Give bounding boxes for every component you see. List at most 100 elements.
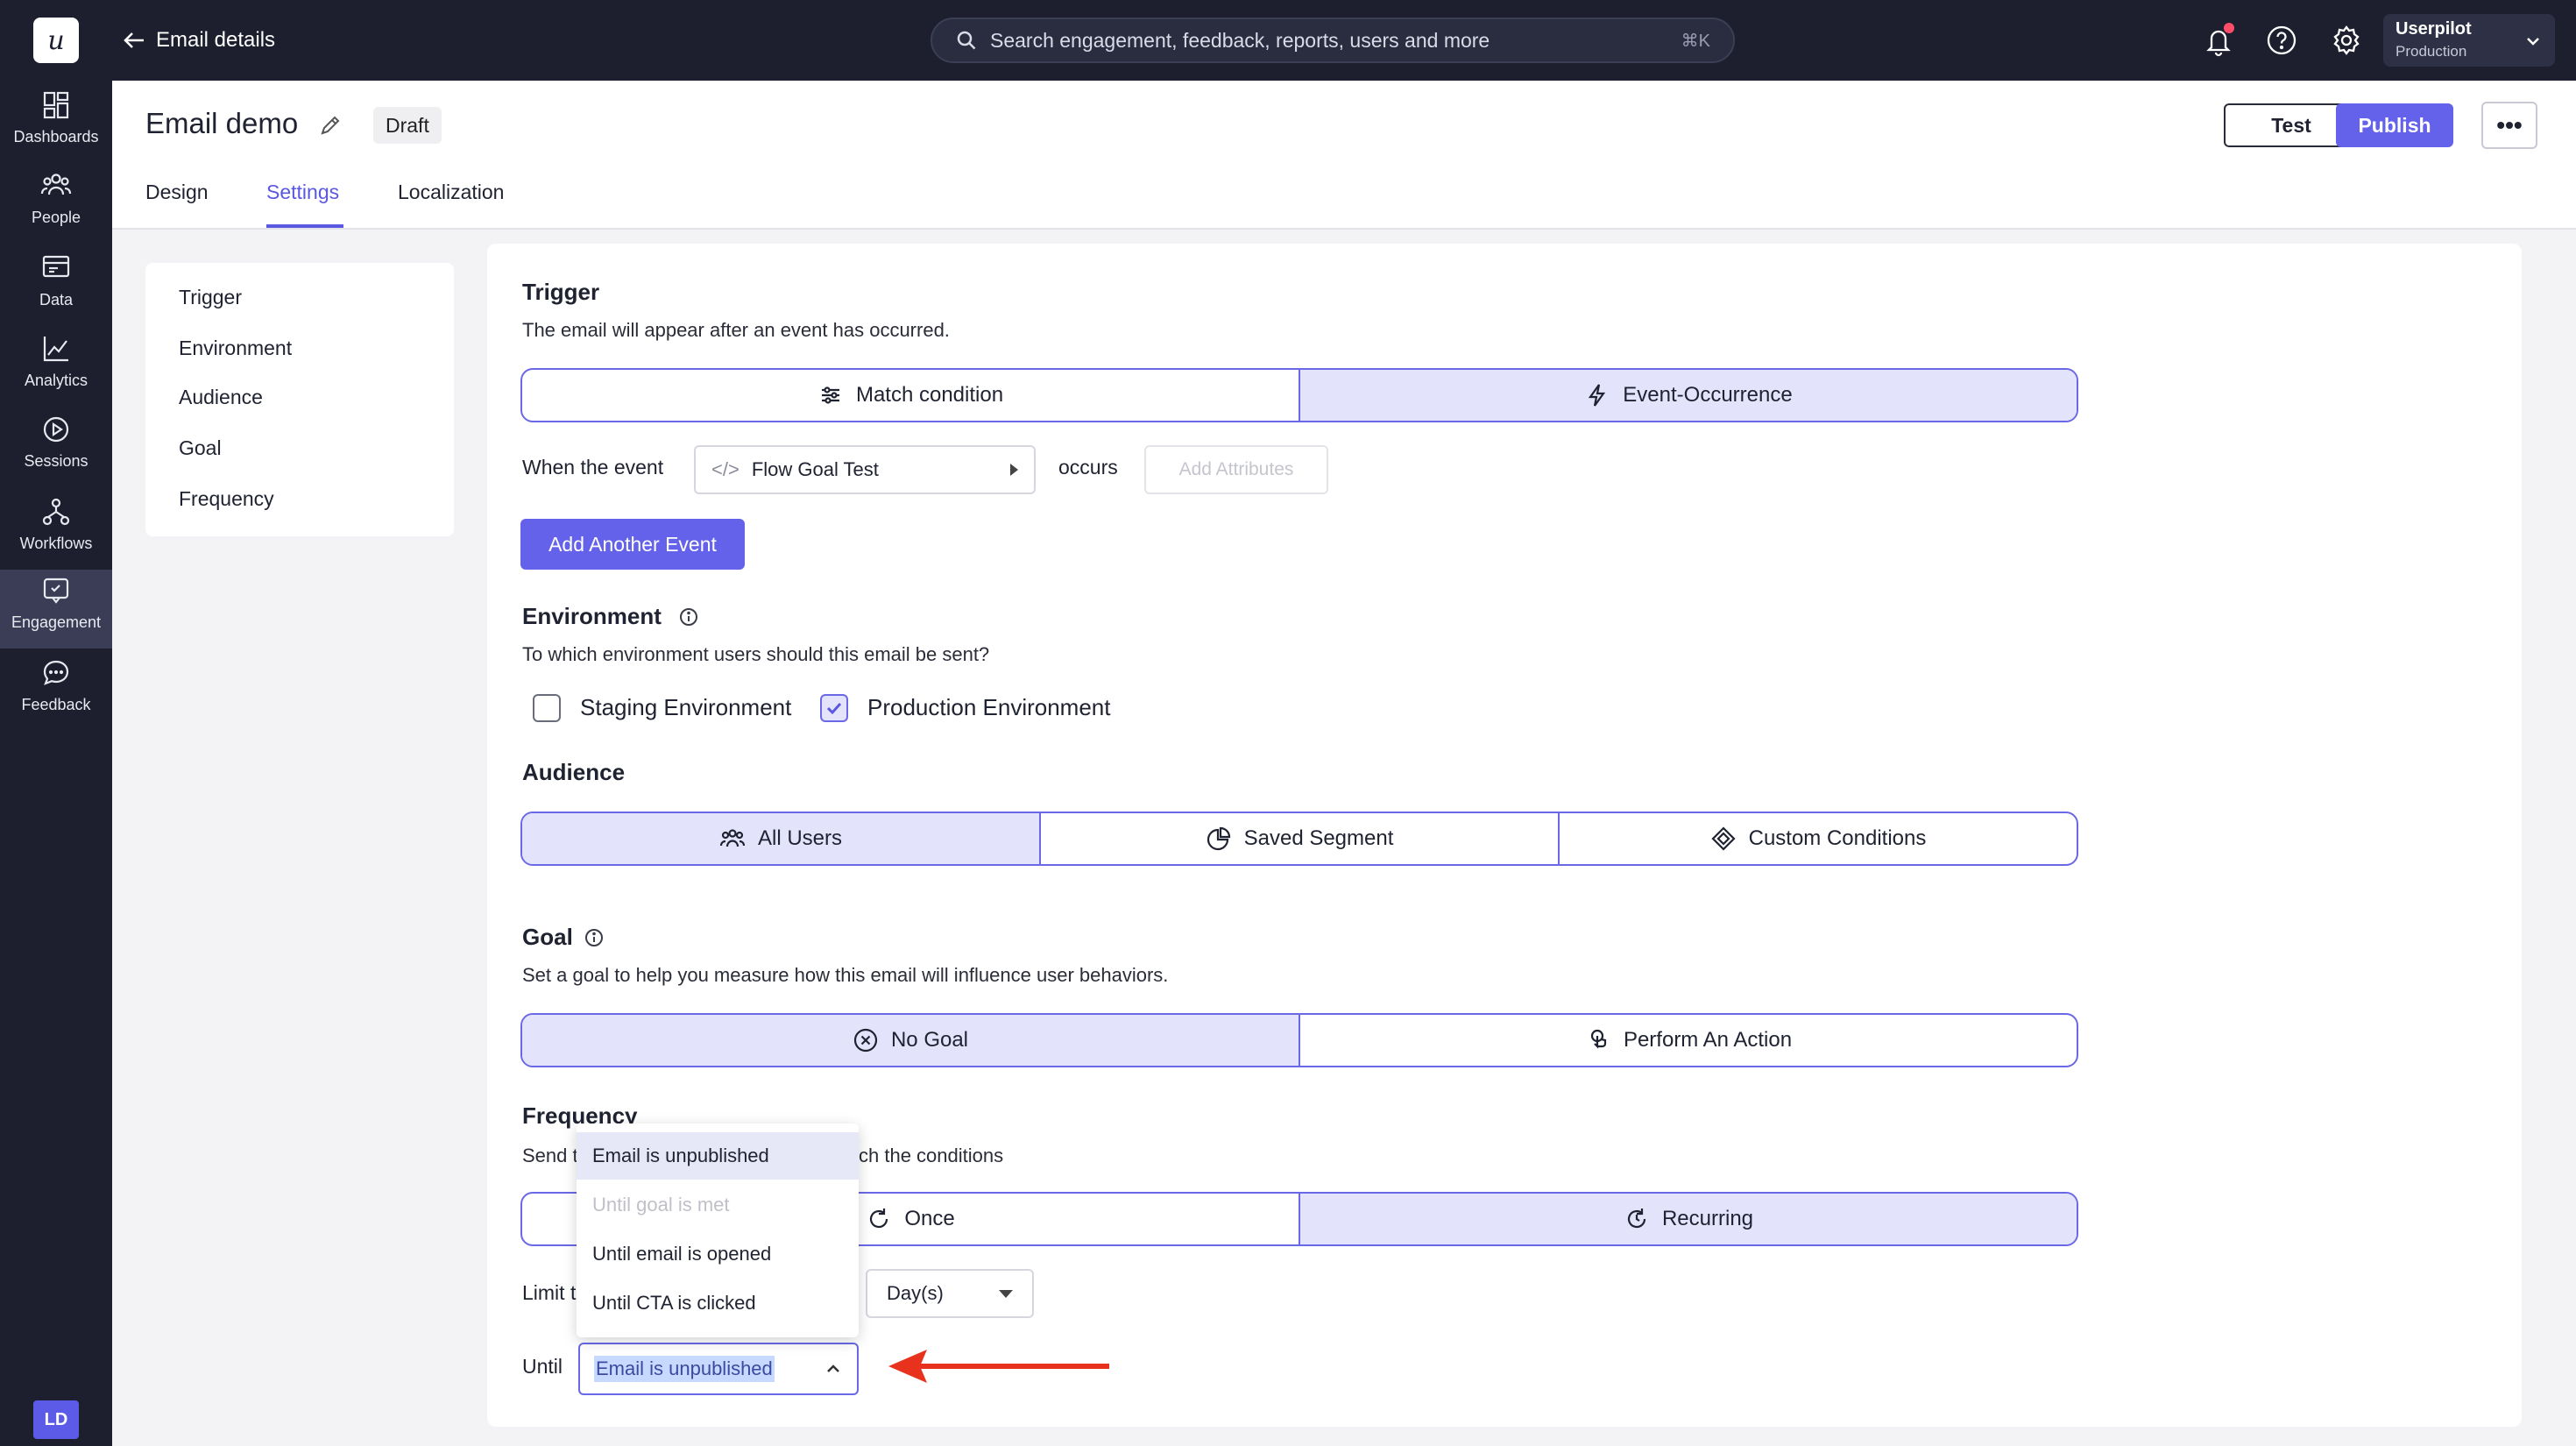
tab-design[interactable]: Design [145, 181, 209, 204]
option-label: No Goal [890, 1028, 969, 1052]
option-cta-clicked[interactable]: Until CTA is clicked [577, 1279, 859, 1327]
help-button[interactable] [2264, 23, 2299, 58]
back-button[interactable]: Email details [121, 23, 275, 58]
recurring-icon [1627, 1209, 1646, 1229]
data-icon [42, 255, 70, 278]
nav-workflows[interactable]: Workflows [0, 491, 112, 570]
frequency-desc-end: ch the conditions [859, 1145, 1004, 1166]
account-environment: Production [2396, 43, 2467, 60]
nav-label: Dashboards [13, 128, 99, 145]
search-input[interactable]: Search engagement, feedback, reports, us… [931, 18, 1735, 63]
occurs-label: occurs [1058, 456, 1118, 478]
audience-title: Audience [522, 759, 626, 785]
tap-icon [1590, 1029, 1607, 1049]
sidenav-goal[interactable]: Goal [179, 436, 222, 460]
more-options-button[interactable]: ••• [2481, 102, 2537, 149]
play-icon [43, 416, 69, 443]
chevron-down-icon [2527, 38, 2539, 46]
production-checkbox[interactable] [820, 694, 848, 722]
sidenav-audience[interactable]: Audience [179, 386, 263, 409]
nav-people[interactable]: People [0, 165, 112, 244]
until-select[interactable]: Email is unpublished [578, 1343, 859, 1395]
until-value: Email is unpublished [594, 1356, 775, 1382]
nav-dashboards[interactable]: Dashboards [0, 84, 112, 163]
frequency-desc-start: Send t [522, 1145, 578, 1166]
sidenav-frequency[interactable]: Frequency [179, 487, 274, 511]
user-avatar[interactable]: LD [33, 1400, 79, 1439]
analytics-icon [43, 337, 68, 362]
all-users-option[interactable]: All Users [522, 813, 1041, 864]
staging-label: Staging Environment [580, 694, 792, 720]
userpilot-logo[interactable]: u [33, 18, 79, 63]
account-switcher[interactable]: Userpilot Production [2383, 14, 2555, 67]
goal-toggle: No Goal Perform An Action [520, 1013, 2078, 1067]
custom-conditions-option[interactable]: Custom Conditions [1560, 813, 2077, 864]
nav-label: Engagement [11, 613, 102, 631]
left-navigation: u Dashboards People Data Analytics Sessi… [0, 0, 112, 1446]
option-label: All Users [757, 826, 842, 850]
gear-icon [2333, 25, 2360, 55]
arrow-left-icon [124, 32, 144, 48]
lightning-icon [1589, 384, 1606, 407]
pencil-icon [321, 116, 340, 135]
environment-title: Environment [522, 603, 662, 629]
edit-title-button[interactable] [319, 114, 342, 137]
nav-label: Workflows [19, 535, 93, 552]
publish-button[interactable]: Publish [2336, 103, 2453, 147]
settings-button[interactable] [2329, 23, 2364, 58]
nav-analytics[interactable]: Analytics [0, 328, 112, 407]
nav-label: Data [39, 291, 74, 308]
sidenav-environment[interactable]: Environment [179, 337, 292, 360]
tab-localization[interactable]: Localization [398, 181, 504, 204]
recurring-option[interactable]: Recurring [1300, 1194, 2077, 1244]
info-circle-icon [680, 608, 697, 626]
trigger-desc: The email will appear after an event has… [522, 319, 950, 341]
nav-data[interactable]: Data [0, 247, 112, 326]
period-select[interactable]: Day(s) [866, 1269, 1034, 1318]
tab-settings[interactable]: Settings [266, 181, 339, 204]
code-icon: </> [711, 458, 740, 480]
saved-segment-option[interactable]: Saved Segment [1041, 813, 1560, 864]
nav-label: Analytics [24, 372, 88, 389]
no-goal-option[interactable]: No Goal [522, 1015, 1300, 1066]
info-icon[interactable] [584, 927, 605, 948]
audience-toggle: All Users Saved Segment Custom Condition… [520, 812, 2078, 866]
notifications-button[interactable] [2201, 23, 2236, 58]
caret-down-icon [999, 1289, 1013, 1298]
top-bar: Email details Search engagement, feedbac… [112, 0, 2576, 81]
option-label: Custom Conditions [1748, 826, 1927, 850]
caret-right-icon [1010, 464, 1018, 476]
staging-checkbox[interactable] [533, 694, 561, 722]
chevron-up-icon [827, 1364, 839, 1372]
option-label: Saved Segment [1243, 826, 1394, 850]
production-label: Production Environment [867, 694, 1111, 720]
sidenav-trigger[interactable]: Trigger [179, 286, 242, 309]
check-icon [826, 702, 842, 715]
perform-action-option[interactable]: Perform An Action [1300, 1015, 2077, 1066]
info-icon[interactable] [678, 606, 699, 627]
option-goal-met: Until goal is met [592, 1194, 730, 1216]
add-attributes-button[interactable]: Add Attributes [1144, 445, 1328, 494]
event-occurrence-option[interactable]: Event-Occurrence [1300, 370, 2077, 421]
add-another-event-button[interactable]: Add Another Event [520, 519, 745, 570]
page-title: Email demo [145, 107, 299, 139]
until-dropdown: Email is unpublished Until goal is met U… [577, 1123, 859, 1337]
page-header: Email demo Draft Test Publish ••• Design… [112, 81, 2576, 230]
people-icon [40, 174, 72, 195]
nav-feedback[interactable]: Feedback [0, 652, 112, 731]
goal-desc: Set a goal to help you measure how this … [522, 964, 1169, 986]
match-condition-option[interactable]: Match condition [522, 370, 1300, 421]
option-email-unpublished[interactable]: Email is unpublished [577, 1132, 859, 1180]
limit-label: Limit t [522, 1281, 577, 1304]
option-label: Event-Occurrence [1623, 383, 1793, 407]
nav-sessions[interactable]: Sessions [0, 408, 112, 487]
option-label: Match condition [855, 383, 1004, 407]
option-email-opened[interactable]: Until email is opened [577, 1230, 859, 1278]
event-select[interactable]: </> Flow Goal Test [694, 445, 1036, 494]
sliders-icon [821, 386, 839, 404]
option-label: Perform An Action [1623, 1028, 1793, 1052]
nav-engagement[interactable]: Engagement [0, 570, 112, 649]
event-value: Flow Goal Test [751, 458, 879, 480]
search-placeholder: Search engagement, feedback, reports, us… [990, 28, 1490, 52]
search-shortcut: ⌘K [1681, 31, 1710, 51]
